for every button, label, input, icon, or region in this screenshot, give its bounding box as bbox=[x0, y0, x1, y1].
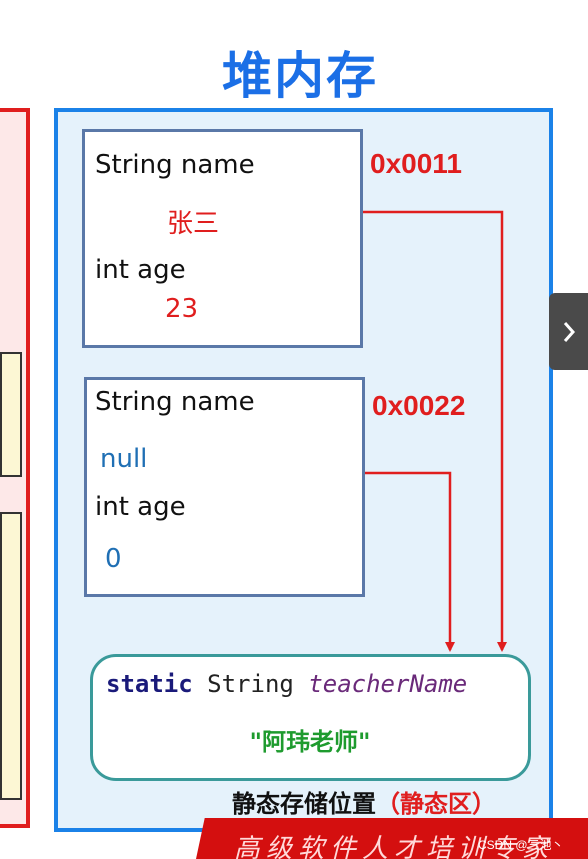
age-field-label: int age bbox=[95, 492, 186, 522]
chevron-right-icon bbox=[563, 321, 575, 342]
age-field-label: int age bbox=[95, 255, 186, 285]
next-slide-button[interactable] bbox=[549, 293, 588, 370]
name-field-label: String name bbox=[95, 150, 255, 180]
static-keyword: static bbox=[106, 670, 193, 698]
static-caption-highlight: （静态区） bbox=[376, 790, 496, 818]
name-field-value: 张三 bbox=[167, 209, 220, 239]
heap-title: 堆内存 bbox=[222, 47, 378, 105]
csdn-watermark: CSDN @三池丶 bbox=[478, 838, 564, 852]
static-field-value: "阿玮老师" bbox=[249, 728, 371, 756]
static-field-type: String bbox=[207, 670, 294, 698]
static-field-declaration: static String teacherName bbox=[106, 670, 467, 698]
object-address-2: 0x0022 bbox=[372, 390, 466, 421]
static-caption-text: 静态存储位置 bbox=[232, 790, 376, 818]
static-field-name: teacherName bbox=[308, 670, 468, 698]
name-field-label: String name bbox=[95, 387, 255, 417]
static-area-caption: 静态存储位置（静态区） bbox=[232, 784, 496, 819]
age-field-value: 0 bbox=[105, 544, 122, 574]
stack-cell bbox=[0, 352, 22, 477]
name-field-value: null bbox=[100, 444, 148, 474]
object-address-1: 0x0011 bbox=[370, 148, 462, 179]
age-field-value: 23 bbox=[165, 294, 199, 324]
